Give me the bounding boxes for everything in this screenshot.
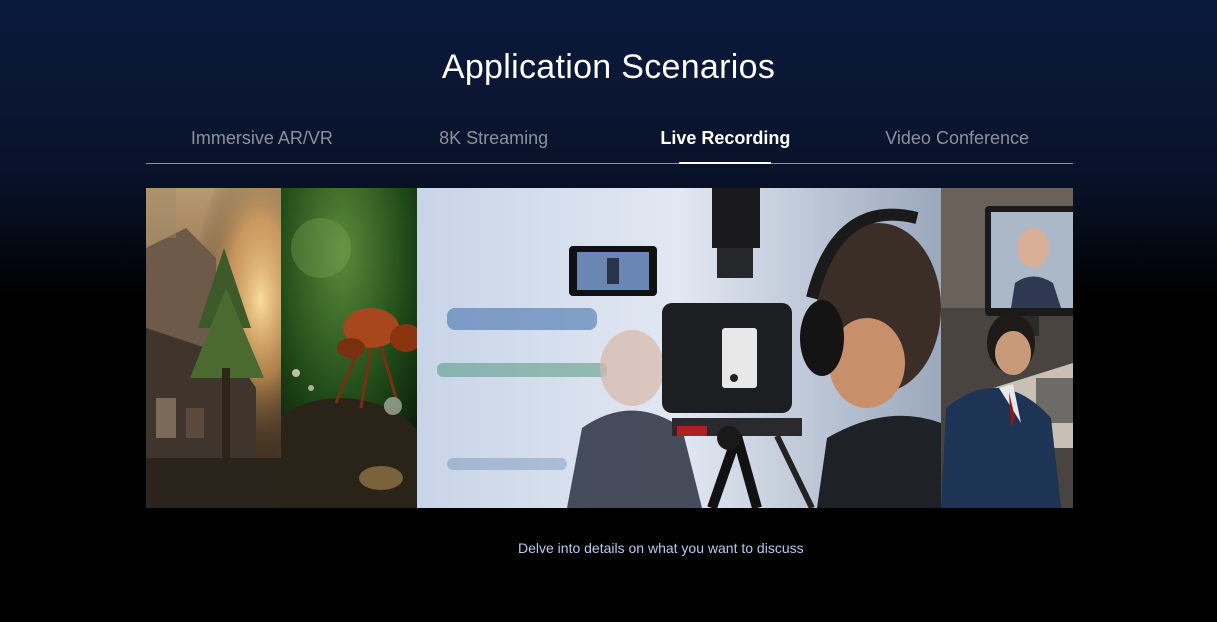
gallery-panel-video-conference[interactable]: [941, 188, 1073, 508]
ant-macro-image: [281, 188, 417, 508]
tab-live-recording[interactable]: Live Recording: [610, 118, 842, 163]
scenario-gallery: [146, 188, 1073, 508]
camera-operator-image: [417, 188, 941, 508]
scenario-caption: Delve into details on what you want to d…: [518, 540, 804, 556]
gallery-panel-live-recording[interactable]: [417, 188, 941, 508]
scenario-tabs: Immersive AR/VR 8K Streaming Live Record…: [146, 118, 1073, 164]
tab-immersive-ar-vr[interactable]: Immersive AR/VR: [146, 118, 378, 163]
gallery-panel-immersive-ar-vr[interactable]: [146, 188, 281, 508]
page-title: Application Scenarios: [441, 48, 776, 86]
tab-video-conference[interactable]: Video Conference: [841, 118, 1073, 163]
forest-house-image: [146, 188, 281, 508]
gallery-panel-8k-streaming[interactable]: [281, 188, 417, 508]
video-conference-image: [941, 188, 1073, 508]
tab-8k-streaming[interactable]: 8K Streaming: [378, 118, 610, 163]
